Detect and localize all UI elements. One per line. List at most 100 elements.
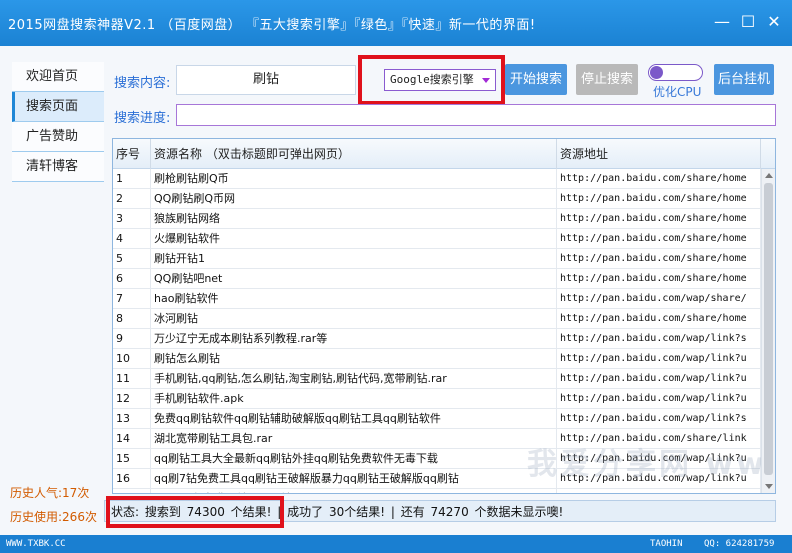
stop-search-button[interactable]: 停止搜索 — [576, 64, 638, 95]
search-input[interactable]: 刷钻 — [176, 65, 356, 95]
row-resource-url: http://pan.baidu.com/share/home — [557, 269, 761, 289]
row-resource-url: http://pan.baidu.com/wap/share/ — [557, 289, 761, 309]
sidebar-item-blog[interactable]: 清轩博客 — [12, 152, 104, 182]
row-resource-url: http://pan.baidu.com/share/home — [557, 189, 761, 209]
minimize-button[interactable]: — — [712, 12, 732, 32]
footer-author: TAOHIN — [650, 539, 683, 549]
row-index: 8 — [113, 309, 151, 329]
table-row[interactable]: 1 刷枪刷钻刷Q币 http://pan.baidu.com/share/home — [113, 169, 775, 189]
search-engine-select[interactable]: Google搜索引擎 — [384, 69, 496, 91]
row-resource-url: http://pan.baidu.com/wap/link?s — [557, 329, 761, 349]
table-row[interactable]: 6 QQ刷钻吧net http://pan.baidu.com/share/home — [113, 269, 775, 289]
table-row[interactable]: 171010最新免费刷钻工具刷钻http://pan.baidu.com/wap… — [113, 489, 775, 493]
table-row[interactable]: 4 火爆刷钻软件 http://pan.baidu.com/share/home — [113, 229, 775, 249]
row-resource-url: http://pan.baidu.com/wap/link?u — [557, 349, 761, 369]
row-resource-url: http://pan.baidu.com/share/home — [557, 249, 761, 269]
row-resource-name: 1010最新免费刷钻工具刷钻 — [151, 489, 557, 493]
row-resource-name: 刷钻开钻1 — [151, 249, 557, 269]
row-index: 1 — [113, 169, 151, 189]
row-resource-url: http://pan.baidu.com/wap/link?u — [557, 389, 761, 409]
table-row[interactable]: 13 免费qq刷钻软件qq刷钻辅助破解版qq刷钻工具qq刷钻软件 http://pa… — [113, 409, 775, 429]
row-index: 9 — [113, 329, 151, 349]
search-progress-label: 搜索进度: — [114, 111, 171, 126]
table-header: 序号 资源名称 （双击标题即可弹出网页） 资源地址 — [113, 139, 775, 169]
row-resource-name: QQ刷钻吧net — [151, 269, 557, 289]
row-index: 10 — [113, 349, 151, 369]
scroll-down-icon[interactable] — [765, 484, 773, 489]
column-header-index[interactable]: 序号 — [113, 139, 151, 169]
row-resource-url: http://pan.baidu.com/wap/link?u — [557, 489, 761, 493]
scroll-up-icon[interactable] — [765, 173, 773, 178]
footer-contact: QQ: 624281759 — [704, 539, 775, 549]
row-resource-url: http://pan.baidu.com/share/home — [557, 169, 761, 189]
optimize-cpu-label: 优化CPU — [653, 85, 702, 99]
row-resource-url: http://pan.baidu.com/share/home — [557, 309, 761, 329]
scroll-thumb[interactable] — [764, 183, 773, 475]
results-table: 序号 资源名称 （双击标题即可弹出网页） 资源地址 1 刷枪刷钻刷Q币 http:/… — [112, 138, 776, 494]
row-resource-url: http://pan.baidu.com/wap/link?s — [557, 409, 761, 429]
row-resource-name: 狼族刷钻网络 — [151, 209, 557, 229]
row-resource-name: 刷枪刷钻刷Q币 — [151, 169, 557, 189]
row-resource-name: qq刷7钻免费工具qq刷钻王破解版暴力qq刷钻王破解版qq刷钻 — [151, 469, 557, 489]
table-row[interactable]: 2 QQ刷钻刷Q币网 http://pan.baidu.com/share/home — [113, 189, 775, 209]
toggle-knob — [650, 66, 663, 79]
sidebar-item-welcome[interactable]: 欢迎首页 — [12, 62, 104, 92]
column-header-url[interactable]: 资源地址 — [557, 139, 761, 169]
row-resource-url: http://pan.baidu.com/wap/link?u — [557, 369, 761, 389]
row-index: 5 — [113, 249, 151, 269]
row-index: 13 — [113, 409, 151, 429]
history-popularity: 历史人气:17次 — [10, 486, 90, 500]
row-resource-url: http://pan.baidu.com/share/home — [557, 229, 761, 249]
table-row[interactable]: 10 刷钻怎么刷钻 http://pan.baidu.com/wap/link?u — [113, 349, 775, 369]
background-run-button[interactable]: 后台挂机 — [714, 64, 774, 95]
footer-bar: WWW.TXBK.CC TAOHIN QQ: 624281759 — [0, 535, 792, 553]
sidebar-item-sponsor[interactable]: 广告赞助 — [12, 122, 104, 152]
row-index: 16 — [113, 469, 151, 489]
row-index: 12 — [113, 389, 151, 409]
row-resource-name: hao刷钻软件 — [151, 289, 557, 309]
column-header-name[interactable]: 资源名称 （双击标题即可弹出网页） — [151, 139, 557, 169]
table-row[interactable]: 8 冰河刷钻 http://pan.baidu.com/share/home — [113, 309, 775, 329]
row-resource-name: 刷钻怎么刷钻 — [151, 349, 557, 369]
table-row[interactable]: 12 手机刷钻软件.apk http://pan.baidu.com/wap/lin… — [113, 389, 775, 409]
search-content-label: 搜索内容: — [114, 76, 171, 91]
close-button[interactable]: ✕ — [764, 12, 784, 32]
status-highlight-box — [106, 496, 284, 528]
row-resource-name: 免费qq刷钻软件qq刷钻辅助破解版qq刷钻工具qq刷钻软件 — [151, 409, 557, 429]
main-client-area: 欢迎首页 搜索页面 广告赞助 清轩博客 历史人气:17次 历史使用:266次 搜… — [0, 46, 792, 535]
footer-site: WWW.TXBK.CC — [6, 539, 66, 549]
row-resource-name: 手机刷钻软件.apk — [151, 389, 557, 409]
table-row[interactable]: 9 万少辽宁无成本刷钻系列教程.rar等 http://pan.baidu.com/… — [113, 329, 775, 349]
row-index: 4 — [113, 229, 151, 249]
chevron-down-icon — [482, 78, 490, 83]
table-row[interactable]: 7 hao刷钻软件 http://pan.baidu.com/wap/share/ — [113, 289, 775, 309]
optimize-cpu-toggle[interactable] — [648, 64, 703, 81]
row-index: 2 — [113, 189, 151, 209]
sidebar-item-search[interactable]: 搜索页面 — [12, 92, 104, 122]
search-engine-value: Google搜索引擎 — [390, 73, 474, 86]
maximize-button[interactable]: ☐ — [738, 12, 758, 32]
row-resource-name: 冰河刷钻 — [151, 309, 557, 329]
sidebar-nav: 欢迎首页 搜索页面 广告赞助 清轩博客 — [12, 62, 104, 182]
row-index: 17 — [113, 489, 151, 493]
row-resource-name: 湖北宽带刷钻工具包.rar — [151, 429, 557, 449]
row-index: 11 — [113, 369, 151, 389]
search-progress-bar — [176, 104, 776, 126]
history-usage: 历史使用:266次 — [10, 510, 97, 524]
row-index: 14 — [113, 429, 151, 449]
row-resource-url: http://pan.baidu.com/share/home — [557, 209, 761, 229]
table-row[interactable]: 5 刷钻开钻1 http://pan.baidu.com/share/home — [113, 249, 775, 269]
row-index: 6 — [113, 269, 151, 289]
table-scrollbar[interactable] — [761, 169, 775, 493]
table-row[interactable]: 3 狼族刷钻网络 http://pan.baidu.com/share/home — [113, 209, 775, 229]
row-resource-name: QQ刷钻刷Q币网 — [151, 189, 557, 209]
row-resource-name: qq刷钻工具大全最新qq刷钻外挂qq刷钻免费软件无毒下载 — [151, 449, 557, 469]
row-index: 3 — [113, 209, 151, 229]
row-index: 15 — [113, 449, 151, 469]
start-search-button[interactable]: 开始搜索 — [505, 64, 567, 95]
window-title: 2015网盘搜索神器V2.1 （百度网盘） 『五大搜索引擎』『绿色』『快速』新一… — [8, 18, 536, 33]
row-resource-name: 火爆刷钻软件 — [151, 229, 557, 249]
watermark: 我爱分享网 www.52fzba.com — [527, 447, 775, 482]
row-resource-name: 手机刷钻,qq刷钻,怎么刷钻,淘宝刷钻,刷钻代码,宽带刷钻.rar — [151, 369, 557, 389]
table-row[interactable]: 11 手机刷钻,qq刷钻,怎么刷钻,淘宝刷钻,刷钻代码,宽带刷钻.rar http:… — [113, 369, 775, 389]
